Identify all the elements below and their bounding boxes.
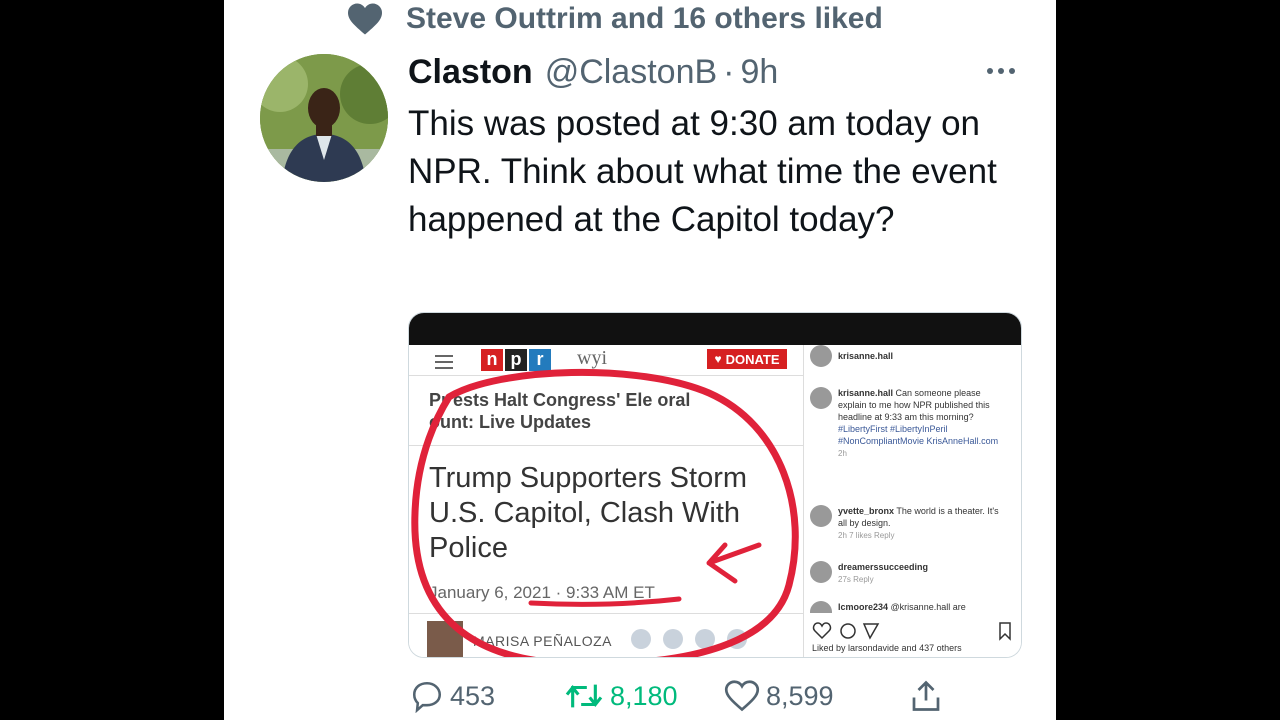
separator-dot: · bbox=[723, 52, 735, 91]
tweet-actions: 453 8,180 8,599 bbox=[408, 676, 1028, 720]
ig-avatar bbox=[810, 505, 832, 527]
tweet-frame: Steve Outtrim and 16 others liked Clasto… bbox=[224, 0, 1056, 720]
share-button[interactable] bbox=[908, 676, 950, 716]
ig-liked-by: Liked by larsondavide and 437 others bbox=[812, 643, 962, 653]
ig-action-icons bbox=[812, 622, 1011, 641]
ig-avatar bbox=[810, 561, 832, 583]
social-context: Steve Outtrim and 16 others liked bbox=[346, 0, 883, 38]
author-handle[interactable]: @ClastonB bbox=[545, 53, 717, 92]
ig-header: krisanne.hall bbox=[810, 345, 893, 367]
ig-comment: dreamerssucceeding 27s Reply bbox=[810, 561, 1010, 586]
ig-avatar bbox=[810, 601, 832, 613]
liked-by-text[interactable]: Steve Outtrim and 16 others liked bbox=[406, 2, 883, 36]
retweet-button[interactable]: 8,180 bbox=[564, 676, 678, 716]
tweet-age[interactable]: 9h bbox=[741, 53, 779, 92]
author-name[interactable]: Claston bbox=[408, 53, 533, 92]
tweet-text: This was posted at 9:30 am today on NPR.… bbox=[408, 104, 997, 239]
like-heart-icon bbox=[724, 680, 760, 712]
ig-comment: lcmoore234 @krisanne.hall are bbox=[810, 601, 1010, 613]
share-icon bbox=[912, 680, 940, 711]
author-avatar[interactable] bbox=[260, 54, 388, 182]
more-options-icon[interactable] bbox=[984, 60, 1018, 82]
ig-comment: yvette_bronx The world is a theater. It'… bbox=[810, 505, 1010, 542]
ig-avatar bbox=[810, 387, 832, 409]
instagram-screenshot: krisanne.hall krisanne.hall Can someone … bbox=[803, 345, 1021, 657]
ig-comment: krisanne.hall Can someone please explain… bbox=[810, 387, 1010, 460]
heart-icon bbox=[348, 3, 382, 35]
tweet-media[interactable]: n p r wyi ♥ DONATE Pr ests Halt Congress… bbox=[408, 312, 1022, 658]
retweet-count: 8,180 bbox=[610, 680, 678, 711]
red-circle-annotation bbox=[411, 368, 799, 657]
like-count: 8,599 bbox=[766, 680, 834, 711]
reply-count: 453 bbox=[450, 680, 496, 711]
ig-avatar bbox=[810, 345, 832, 367]
reply-button[interactable]: 453 bbox=[410, 676, 495, 716]
retweet-icon bbox=[565, 684, 603, 708]
like-button[interactable]: 8,599 bbox=[724, 676, 834, 716]
reply-icon bbox=[412, 681, 442, 713]
tweet-header: Claston @ClastonB · 9h bbox=[408, 50, 778, 94]
